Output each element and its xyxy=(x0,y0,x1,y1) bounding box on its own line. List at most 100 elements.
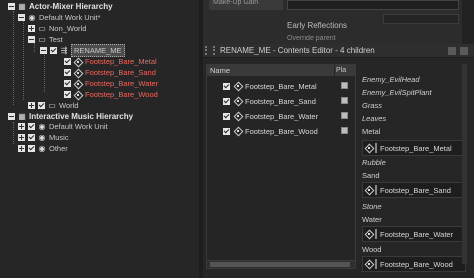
checkbox-icon[interactable] xyxy=(38,102,45,109)
collapse-toggle[interactable] xyxy=(18,14,25,21)
collapse-toggle[interactable] xyxy=(8,3,15,10)
hierarchy-icon: ▦ xyxy=(18,1,26,11)
tree-item-non-world[interactable]: ▭ Non_World xyxy=(28,23,86,34)
tree-item-label: Other xyxy=(49,144,68,153)
assigned-object-label: Footstep_Bare_Metal xyxy=(380,143,452,153)
assigned-object[interactable]: Footstep_Bare_Sand xyxy=(362,182,466,198)
drag-grip-icon[interactable] xyxy=(205,46,215,55)
play-checkbox[interactable] xyxy=(341,127,348,134)
drag-handle[interactable] xyxy=(375,185,377,195)
expand-toggle[interactable] xyxy=(28,25,35,32)
drag-handle[interactable] xyxy=(375,229,377,239)
tree-item-label: Default Work Unit xyxy=(49,122,108,131)
tree-item-test[interactable]: ▭ Test xyxy=(28,34,63,45)
drag-handle[interactable] xyxy=(375,143,377,153)
early-reflections-field[interactable] xyxy=(383,14,459,24)
switch-item[interactable]: Leaves xyxy=(362,112,386,125)
checkbox-icon[interactable] xyxy=(223,97,230,105)
work-unit-icon: ◉ xyxy=(38,143,46,153)
checkbox-icon[interactable] xyxy=(223,112,230,120)
panel-menu-icon[interactable] xyxy=(460,47,468,55)
expand-toggle[interactable] xyxy=(18,145,25,152)
drag-handle[interactable] xyxy=(375,259,377,269)
column-header-name[interactable]: Name xyxy=(207,65,335,76)
vertical-scrollbar[interactable] xyxy=(462,64,467,264)
folder-icon: ▭ xyxy=(38,34,46,44)
tree-item-world[interactable]: ▭ World xyxy=(28,100,78,111)
tree-item-label: Footstep_Bare_Wood xyxy=(85,90,158,99)
checkbox-icon[interactable] xyxy=(28,145,35,152)
switch-item[interactable]: Sand xyxy=(362,169,380,182)
hierarchy-icon: ▦ xyxy=(18,111,26,121)
table-row[interactable]: Footstep_Bare_Water xyxy=(207,109,355,123)
play-checkbox[interactable] xyxy=(341,112,348,119)
collapse-toggle[interactable] xyxy=(8,113,15,120)
checkbox-icon[interactable] xyxy=(64,69,71,76)
assigned-object-label: Footstep_Bare_Water xyxy=(380,229,454,239)
checkbox-icon[interactable] xyxy=(28,123,35,130)
folder-icon: ▭ xyxy=(48,100,56,110)
switch-item[interactable]: Metal xyxy=(362,125,380,138)
contents-editor-titlebar[interactable]: RENAME_ME - Contents Editor - 4 children xyxy=(203,44,474,58)
horizontal-scrollbar[interactable] xyxy=(207,260,355,268)
override-parent-label[interactable]: Override parent xyxy=(287,35,336,44)
collapse-toggle[interactable] xyxy=(40,47,47,54)
assigned-object[interactable]: Footstep_Bare_Water xyxy=(362,226,466,242)
assigned-object[interactable]: Footstep_Bare_Metal xyxy=(362,140,466,156)
expand-toggle[interactable] xyxy=(18,134,25,141)
makeup-gain-field[interactable] xyxy=(287,0,459,10)
tree-item-music[interactable]: ◉ Music xyxy=(18,132,69,143)
switch-item[interactable]: Enemy_EvilSpitPlant xyxy=(362,86,432,99)
work-unit-icon: ◉ xyxy=(38,121,46,131)
table-row[interactable]: Footstep_Bare_Sand xyxy=(207,94,355,108)
tree-item-child[interactable]: Footstep_Bare_Wood xyxy=(64,89,158,100)
sound-sfx-icon xyxy=(234,127,242,135)
help-icon[interactable] xyxy=(448,47,456,55)
play-checkbox[interactable] xyxy=(341,97,348,104)
assigned-object[interactable]: Footstep_Bare_Wood xyxy=(362,256,466,272)
checkbox-icon[interactable] xyxy=(64,58,71,65)
switch-item[interactable]: Enemy_EvilHead xyxy=(362,73,420,86)
tree-item-label: Footstep_Bare_Sand xyxy=(85,68,156,77)
switch-item[interactable]: Wood xyxy=(362,243,381,256)
contents-editor-panel: RENAME_ME - Contents Editor - 4 children… xyxy=(203,44,474,278)
switch-item[interactable]: Rubble xyxy=(362,156,386,169)
tree-item-label: Footstep_Bare_Metal xyxy=(85,57,157,66)
sound-sfx-icon xyxy=(74,91,82,99)
tree-item-rename-me[interactable]: ⇶ RENAME_ME xyxy=(40,44,125,57)
checkbox-icon[interactable] xyxy=(50,47,57,54)
tree-item-child[interactable]: Footstep_Bare_Metal xyxy=(64,56,157,67)
switch-assignment-list: Enemy_EvilHead Enemy_EvilSpitPlant Grass… xyxy=(360,64,470,278)
table-row[interactable]: Footstep_Bare_Wood xyxy=(207,124,355,138)
tree-item-child[interactable]: Footstep_Bare_Sand xyxy=(64,67,156,78)
tree-item-im-default-work-unit[interactable]: ◉ Default Work Unit xyxy=(18,121,108,132)
column-header-play[interactable]: Pla xyxy=(335,65,347,76)
play-checkbox[interactable] xyxy=(341,82,348,89)
grid-header: Name Pla xyxy=(207,65,355,76)
checkbox-icon[interactable] xyxy=(64,80,71,87)
assigned-object-label: Footstep_Bare_Sand xyxy=(380,185,451,195)
contents-editor-title: RENAME_ME - Contents Editor - 4 children xyxy=(220,46,375,55)
tree-item-label: Non_World xyxy=(49,24,87,33)
checkbox-icon[interactable] xyxy=(64,91,71,98)
actor-mixer-hierarchy-row[interactable]: ▦ Actor-Mixer Hierarchy xyxy=(8,1,113,12)
table-row[interactable]: Footstep_Bare_Metal xyxy=(207,79,355,93)
collapse-toggle[interactable] xyxy=(28,36,35,43)
switch-item[interactable]: Stone xyxy=(362,200,382,213)
expand-toggle[interactable] xyxy=(28,102,35,109)
switch-item[interactable]: Grass xyxy=(362,99,382,112)
expand-toggle[interactable] xyxy=(18,123,25,130)
checkbox-icon[interactable] xyxy=(223,127,230,135)
switch-item[interactable]: Water xyxy=(362,213,382,226)
tree-item-child[interactable]: Footstep_Bare_Water xyxy=(64,78,158,89)
tree-item-other[interactable]: ◉ Other xyxy=(18,143,68,154)
tree-item-label: World xyxy=(59,101,79,110)
sound-sfx-icon xyxy=(74,80,82,88)
checkbox-icon[interactable] xyxy=(223,82,230,90)
sound-sfx-icon xyxy=(74,69,82,77)
sound-sfx-icon xyxy=(74,58,82,66)
checkbox-icon[interactable] xyxy=(28,134,35,141)
tree-item-default-work-unit[interactable]: ◉ Default Work Unit* xyxy=(18,12,101,23)
row-name: Footstep_Bare_Metal xyxy=(245,81,317,91)
scrollbar-thumb[interactable] xyxy=(210,262,350,267)
